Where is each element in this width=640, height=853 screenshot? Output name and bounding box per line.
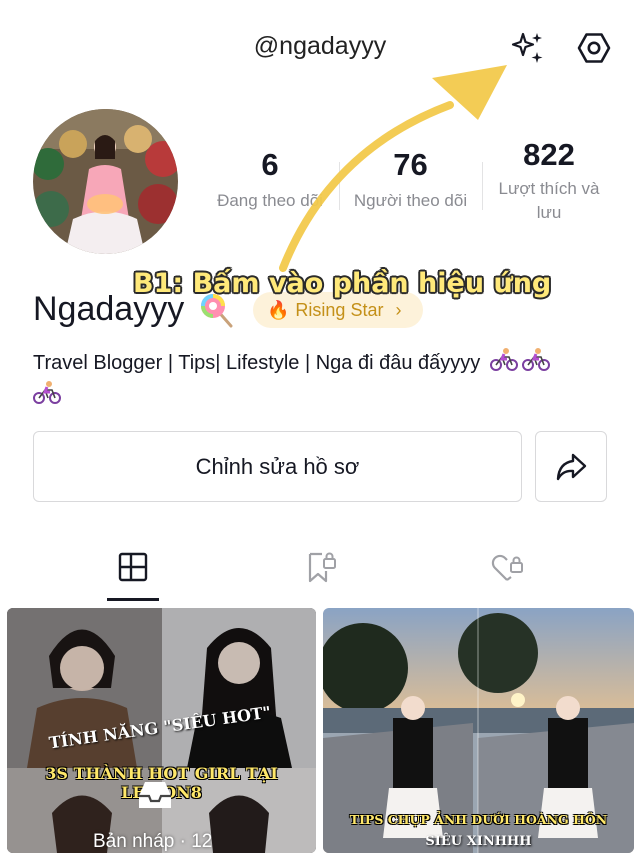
following-label: Đang theo dõi [217,191,323,210]
share-arrow-icon [556,453,587,480]
bookmark-lock-icon [308,552,336,583]
grid-layout-icon [118,552,148,582]
avatar-photo [33,109,178,254]
avatar[interactable] [33,109,178,254]
stat-divider [482,162,483,210]
post-overlay-subcaption: SIÊU XINHHH [425,834,532,849]
followers-label: Người theo dõi [353,191,468,210]
likes-count: 822 [523,137,575,172]
flame-icon: 🔥 [267,299,290,320]
profile-header: @ngadayyy [0,0,640,95]
badge-label: Rising Star [295,299,384,320]
bio-text: Travel Blogger | Tips| Lifestyle | Nga đ… [33,351,481,374]
sparkles-icon [511,32,543,63]
hexagon-gear-icon [577,33,611,63]
share-profile-button[interactable] [535,431,607,502]
settings-button[interactable] [574,28,614,68]
edit-profile-button[interactable]: Chỉnh sửa hồ sơ [33,431,522,502]
cyclist-icon [521,347,550,380]
followers-count: 76 [393,147,428,182]
draft-count-label: Bản nháp · 12 [93,831,213,852]
inbox-tray-icon [135,774,175,819]
effects-button[interactable] [508,28,548,68]
cyclist-icon [33,380,61,413]
tab-posts[interactable] [107,545,159,589]
cyclist-icon [489,347,518,380]
bio: Travel Blogger | Tips| Lifestyle | Nga đ… [33,347,618,413]
annotation-text: B1: Bấm vào phần hiệu ứng [133,268,552,299]
active-tab-indicator [107,598,159,601]
stat-followers[interactable]: 76 Người theo dõi [343,145,478,213]
tab-saved[interactable] [294,545,346,589]
chevron-right-icon: › [395,299,402,320]
tab-liked[interactable] [481,545,533,589]
stat-divider [339,162,340,210]
heart-lock-icon [491,554,523,581]
likes-label: Lượt thích và lưu [498,179,600,222]
stat-following[interactable]: 6 Đang theo dõi [205,145,335,213]
following-count: 6 [261,147,279,182]
stat-likes[interactable]: 822 Lượt thích và lưu [487,135,611,225]
post-overlay-caption: TIPS CHỤP ẢNH DƯỚI HOÀNG HÔN [349,812,608,827]
